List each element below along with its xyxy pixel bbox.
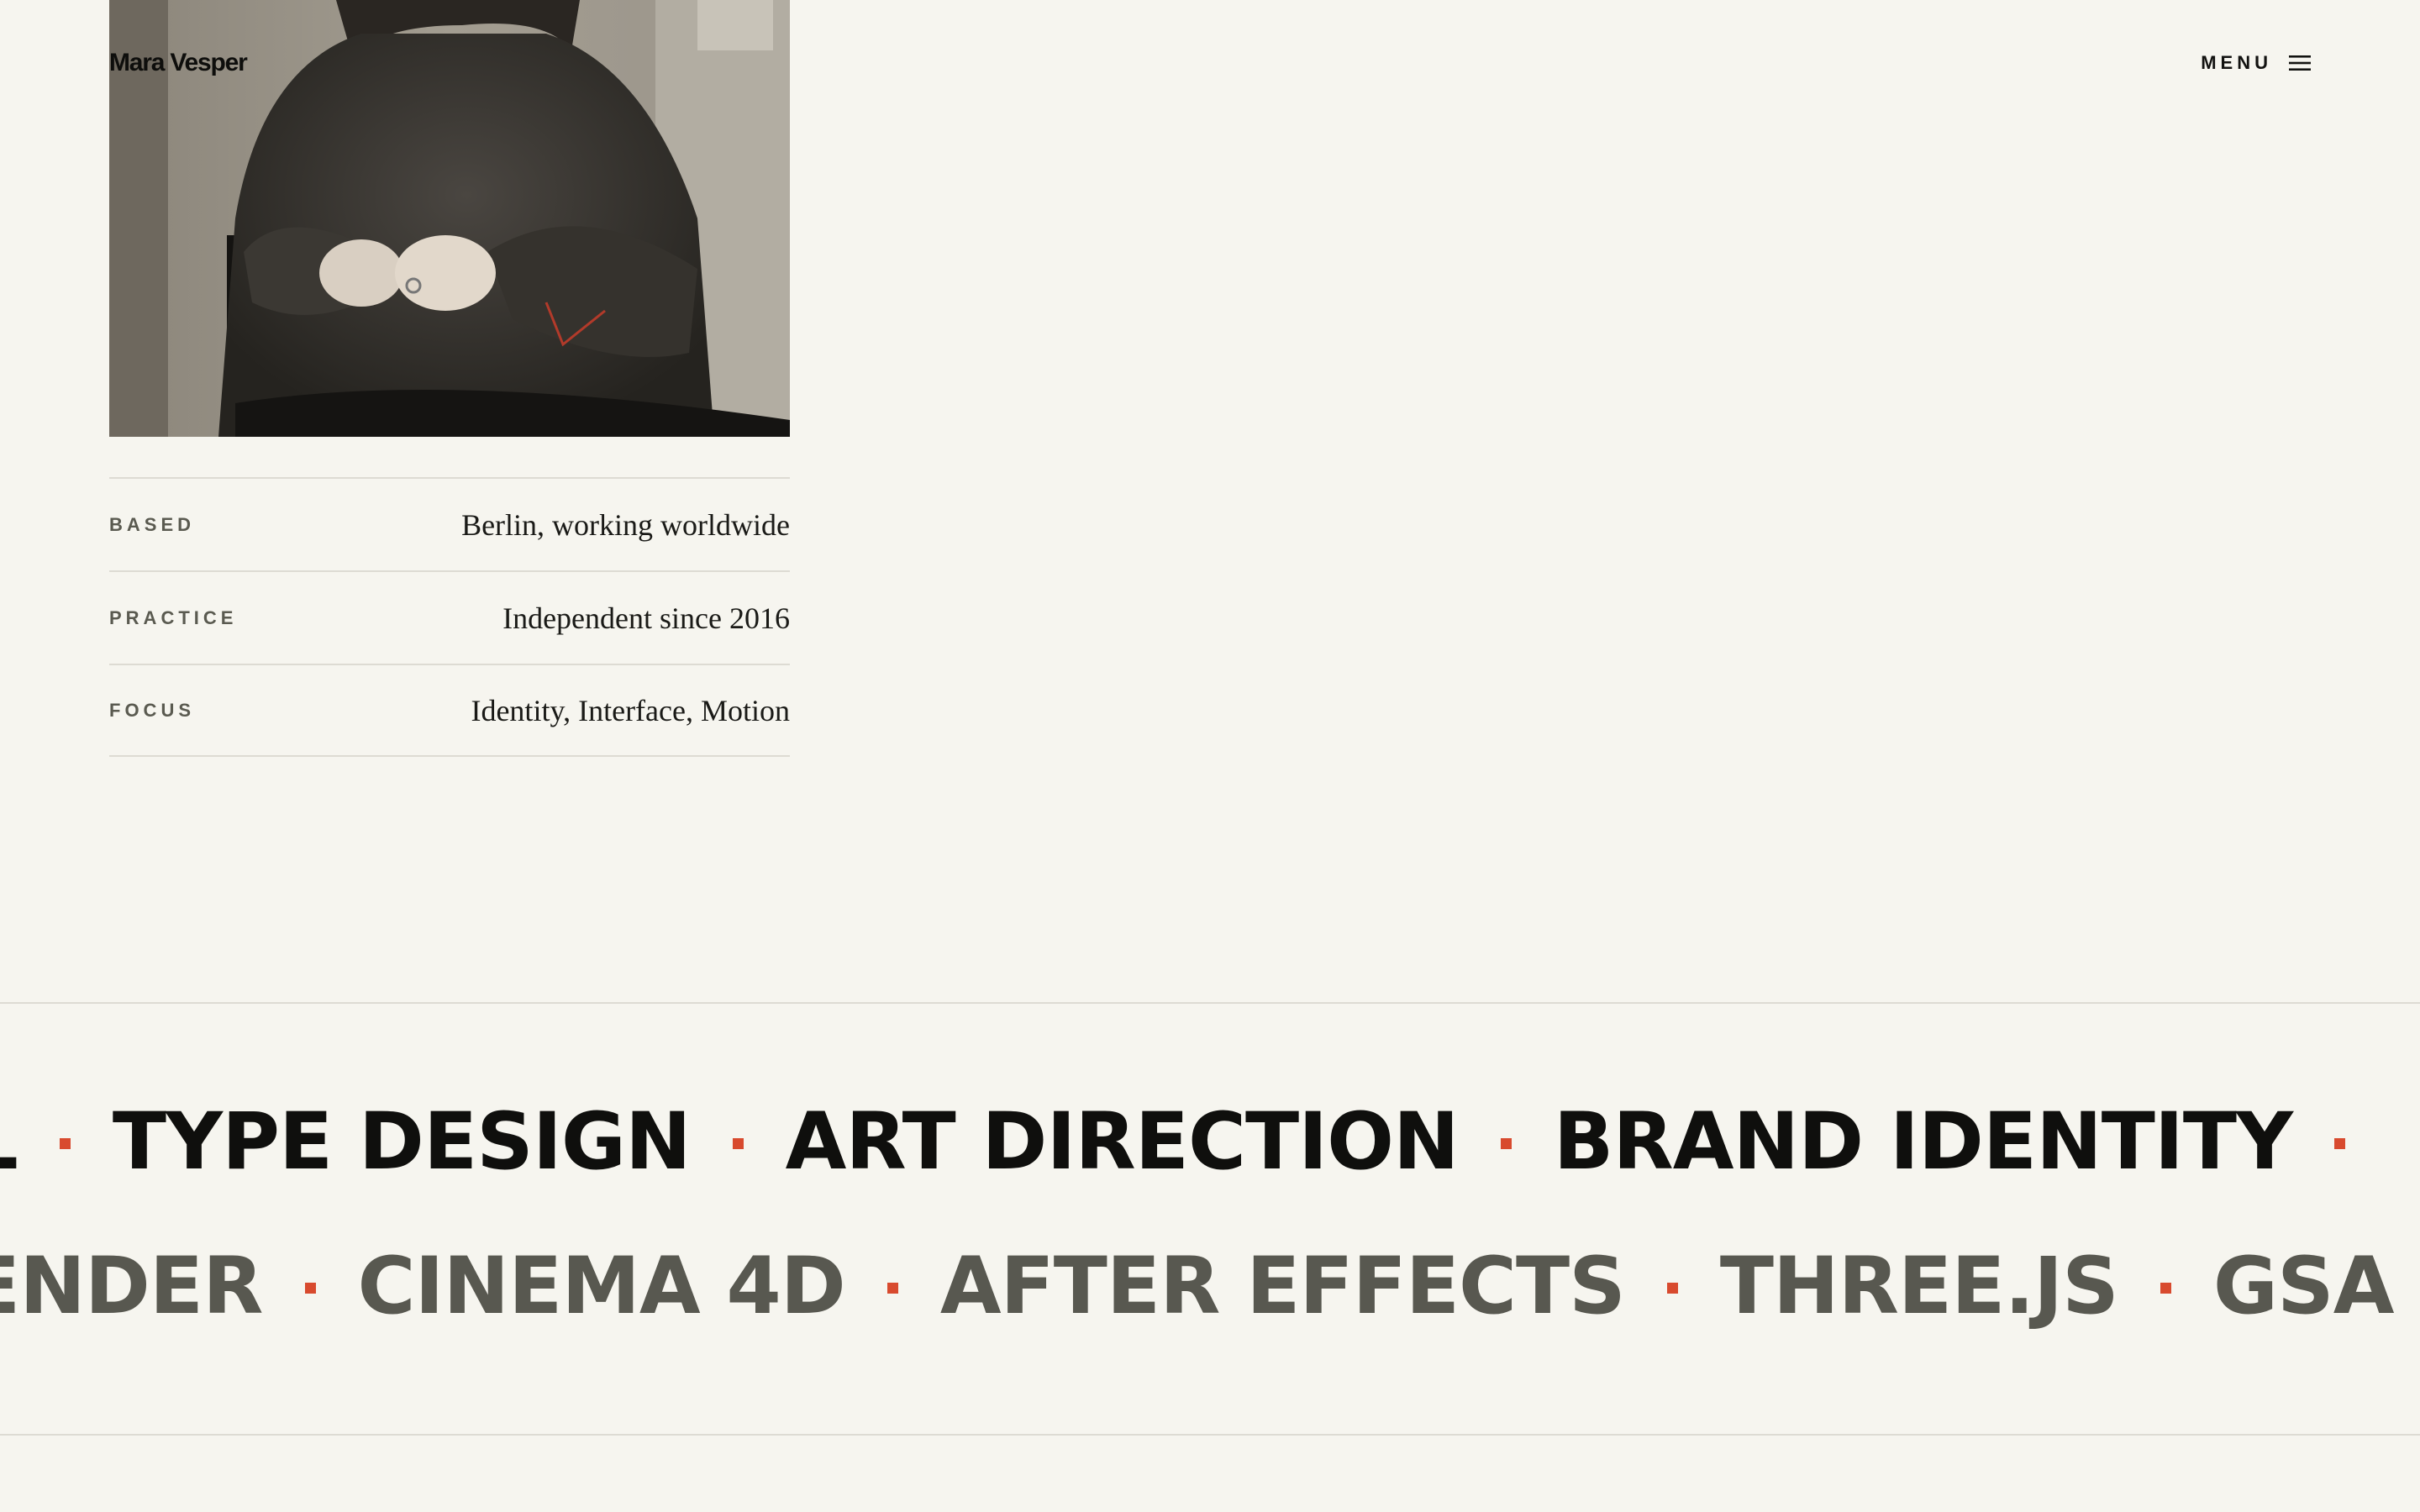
marquee-item: THREE.JS <box>1719 1241 2119 1332</box>
separator-dot <box>59 1138 71 1149</box>
page: Mara Vesper MENU BASED Berlin, working w… <box>0 0 2420 1512</box>
fact-value: Berlin, working worldwide <box>461 507 790 542</box>
fact-value: Independent since 2016 <box>502 601 790 635</box>
skills-marquee-band: L TYPE DESIGN ART DIRECTION BRAND IDENTI… <box>0 1002 2420 1436</box>
tools-marquee: ENDER CINEMA 4D AFTER EFFECTS THREE.JS G… <box>0 1241 2395 1332</box>
marquee-item: CINEMA 4D <box>357 1241 846 1332</box>
fact-label: FOCUS <box>109 699 195 721</box>
services-marquee: L TYPE DESIGN ART DIRECTION BRAND IDENTI… <box>0 1096 2387 1188</box>
marquee-item: GSA <box>2212 1241 2395 1332</box>
separator-dot <box>1666 1283 1678 1294</box>
brand-logo[interactable]: Mara Vesper <box>109 49 248 77</box>
separator-dot <box>304 1283 316 1294</box>
marquee-item: ENDER <box>0 1241 264 1332</box>
fact-row-based: BASED Berlin, working worldwide <box>109 477 790 570</box>
marquee-item: BRAND IDENTITY <box>1553 1096 2293 1188</box>
hamburger-icon <box>2289 55 2311 71</box>
separator-dot <box>2334 1138 2346 1149</box>
fact-row-practice: PRACTICE Independent since 2016 <box>109 570 790 664</box>
menu-label: MENU <box>2201 52 2272 73</box>
separator-dot <box>886 1283 898 1294</box>
fact-label: BASED <box>109 513 196 535</box>
marquee-item: ART DIRECTION <box>785 1096 1460 1188</box>
fact-label: PRACTICE <box>109 606 238 628</box>
separator-dot <box>2160 1283 2171 1294</box>
marquee-item: TYPE DESIGN <box>112 1096 692 1188</box>
separator-dot <box>1500 1138 1512 1149</box>
marquee-item: AFTER EFFECTS <box>939 1241 1626 1332</box>
menu-button[interactable]: MENU <box>2201 52 2311 74</box>
separator-dot <box>732 1138 744 1149</box>
fact-value: Identity, Interface, Motion <box>471 693 790 727</box>
fact-row-focus: FOCUS Identity, Interface, Motion <box>109 664 790 757</box>
facts-table: BASED Berlin, working worldwide PRACTICE… <box>109 477 790 757</box>
marquee-item: L <box>0 1096 18 1188</box>
